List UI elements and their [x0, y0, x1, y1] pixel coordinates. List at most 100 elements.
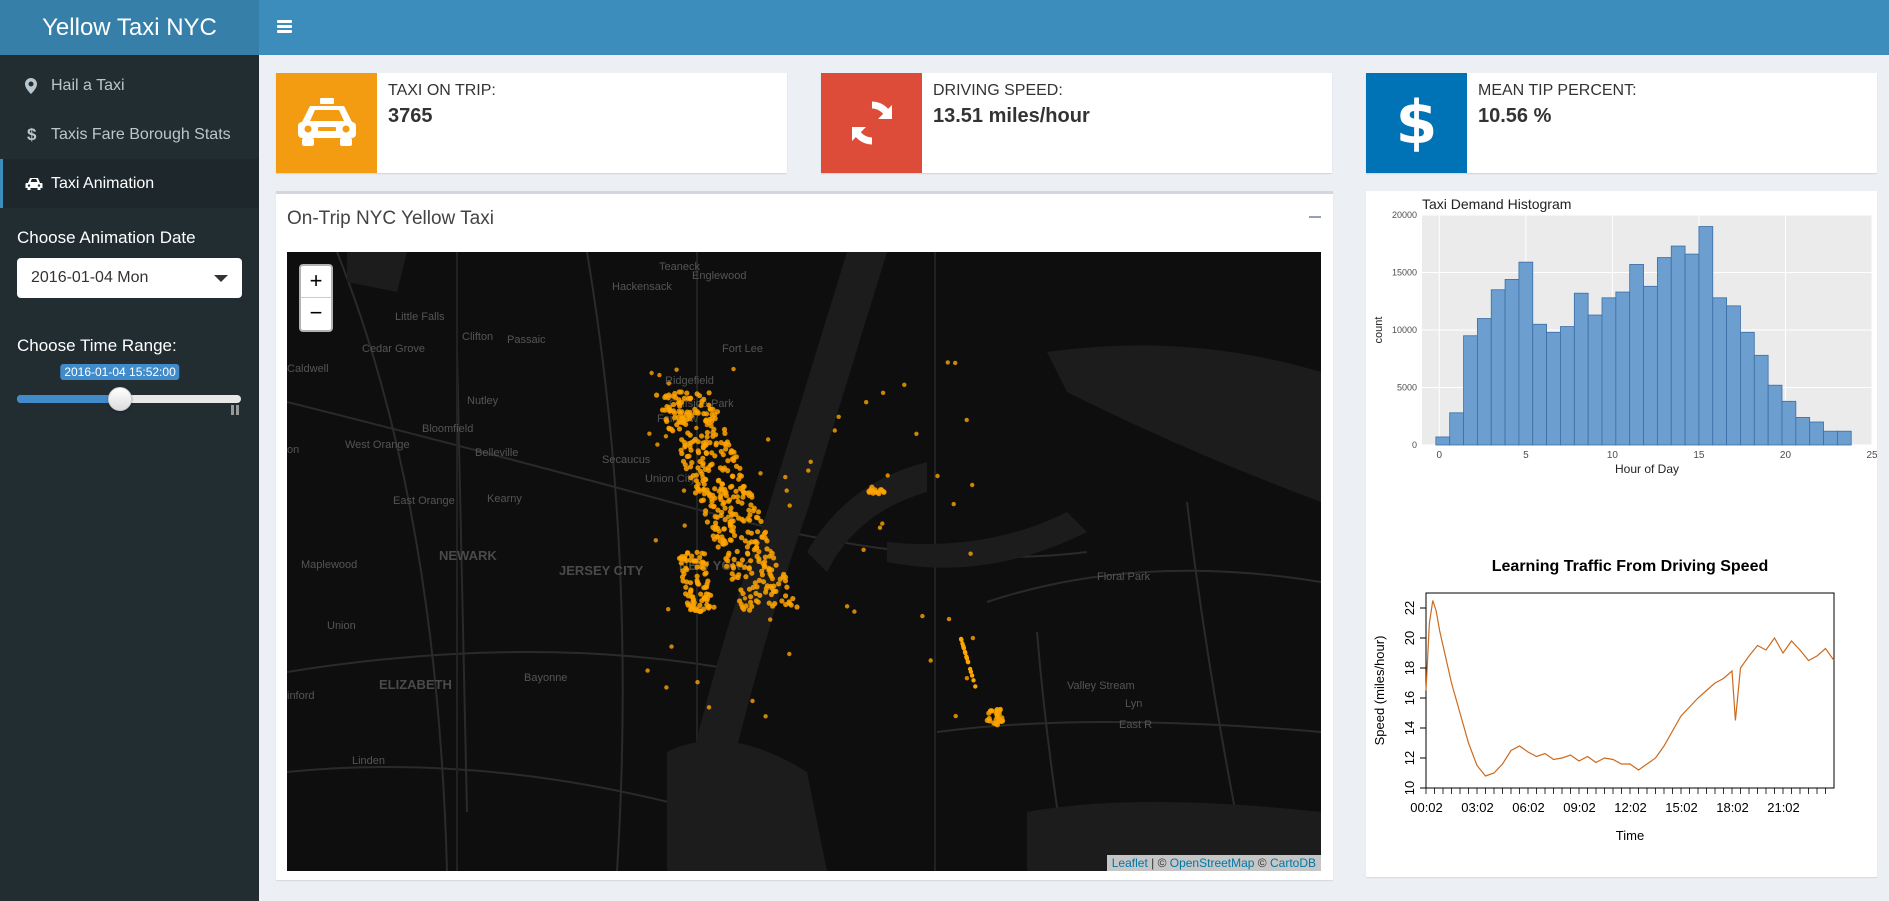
line-chart-ytick-label: 20 [1402, 631, 1417, 645]
taxi-point [688, 395, 694, 401]
taxi-point [664, 685, 669, 690]
taxi-point [723, 446, 729, 452]
taxi-point [693, 472, 699, 478]
taxi-point [657, 372, 662, 378]
leaflet-map[interactable]: Teaneck Englewood Hackensack Little Falls Cl… [287, 252, 1321, 871]
taxi-point [945, 360, 950, 365]
histogram-bar [1656, 257, 1672, 446]
taxi-point [678, 419, 684, 425]
taxi-point [787, 503, 792, 508]
taxi-point [806, 468, 811, 473]
histogram-xtick-label: 25 [1866, 450, 1877, 461]
date-select-value: 2016-01-04 Mon [31, 269, 149, 286]
taxi-point [967, 666, 973, 672]
sidebar-item-hail-a-taxi[interactable]: Hail a Taxi [0, 61, 259, 110]
taxi-point [663, 416, 669, 422]
sidebar-item-label: Taxi Animation [51, 174, 155, 192]
app-title[interactable]: Yellow Taxi NYC [0, 0, 259, 55]
line-chart-ytick-label: 10 [1402, 781, 1417, 795]
taxi-point [852, 609, 857, 614]
taxi-point [702, 477, 708, 483]
taxi-point [666, 426, 672, 432]
taxi-point [676, 389, 682, 395]
taxi-point [694, 425, 699, 431]
taxi-point [704, 434, 710, 440]
taxi-point [710, 430, 716, 436]
taxi-point [725, 557, 731, 564]
taxi-point [721, 526, 727, 532]
taxi-point [753, 538, 759, 545]
histogram-xtick-label: 5 [1523, 450, 1529, 461]
taxi-point [693, 484, 700, 490]
sidebar-toggle-icon[interactable] [277, 20, 292, 34]
taxi-point [738, 601, 744, 607]
map-place-label: inford [287, 690, 315, 702]
taxi-point [739, 557, 745, 563]
sidebar-item-fare-stats[interactable]: $ Taxis Fare Borough Stats [0, 110, 259, 159]
taxi-point [753, 598, 759, 604]
taxi-point [692, 490, 699, 496]
time-range-label: Choose Time Range: [17, 336, 177, 355]
taxi-point [744, 490, 750, 496]
histogram-ytick-label: 5000 [1397, 383, 1417, 393]
histogram-bar [1753, 354, 1769, 446]
play-pause-icon[interactable] [231, 405, 239, 415]
taxi-point [701, 481, 707, 487]
taxi-point [741, 606, 747, 612]
leaflet-link[interactable]: Leaflet [1112, 856, 1148, 870]
taxi-point [694, 409, 700, 415]
histogram-bar [1809, 421, 1824, 446]
taxi-point [647, 431, 652, 436]
taxi-point [745, 551, 751, 557]
cartodb-link[interactable]: CartoDB [1270, 856, 1316, 870]
histogram-bar [1504, 279, 1520, 446]
taxi-point [946, 616, 952, 622]
taxi-point [953, 360, 958, 366]
taxi-point [663, 434, 669, 439]
taxi-point [740, 494, 746, 500]
taxi-point [701, 595, 707, 601]
taxi-point [680, 578, 686, 584]
taxi-point [694, 549, 700, 555]
taxi-point [701, 396, 707, 402]
taxi-point [870, 490, 876, 496]
taxi-point [696, 450, 702, 456]
collapse-icon[interactable] [1309, 216, 1321, 218]
taxi-point [964, 676, 970, 681]
line-chart-xtick-label: 03:02 [1461, 800, 1494, 815]
slider-handle[interactable] [108, 387, 133, 411]
taxi-point [969, 673, 975, 678]
map-place-label: Hackensack [612, 281, 672, 293]
taxi-point [704, 422, 710, 428]
zoom-in-button[interactable]: + [301, 266, 331, 298]
taxi-point [685, 593, 691, 599]
taxi-point [773, 562, 779, 568]
taxi-point [772, 601, 778, 607]
taxi-point [783, 474, 788, 480]
osm-link[interactable]: OpenStreetMap [1170, 856, 1255, 870]
time-range-slider[interactable]: 2016-01-04 15:52:00 [0, 356, 259, 416]
taxi-point [748, 558, 754, 564]
taxi-point [744, 544, 750, 550]
taxi-point [728, 537, 734, 543]
line-chart-ytick-label: 14 [1402, 721, 1417, 735]
taxi-point [761, 531, 768, 537]
taxi-point [970, 482, 975, 488]
taxi-point [687, 409, 693, 415]
histogram-ylabel: count [1373, 317, 1385, 344]
slider-value-tip: 2016-01-04 15:52:00 [60, 364, 180, 380]
date-select[interactable]: 2016-01-04 Mon [17, 258, 242, 298]
infobox-icon-bg [821, 73, 922, 173]
line-chart-ytick-label: 22 [1402, 601, 1417, 615]
zoom-out-button[interactable]: − [301, 298, 331, 330]
map-place-label: Cedar Grove [362, 343, 425, 355]
line-chart-xtick-label: 12:02 [1614, 800, 1647, 815]
taxi-point [877, 525, 883, 530]
histogram-bar [1781, 400, 1797, 446]
taxi-point [991, 720, 997, 726]
sidebar-item-taxi-animation[interactable]: Taxi Animation [0, 159, 259, 208]
histogram-bar [1587, 314, 1603, 446]
line-chart-xtick-label: 18:02 [1716, 800, 1749, 815]
taxi-point [968, 551, 973, 556]
taxi-point [700, 440, 706, 446]
